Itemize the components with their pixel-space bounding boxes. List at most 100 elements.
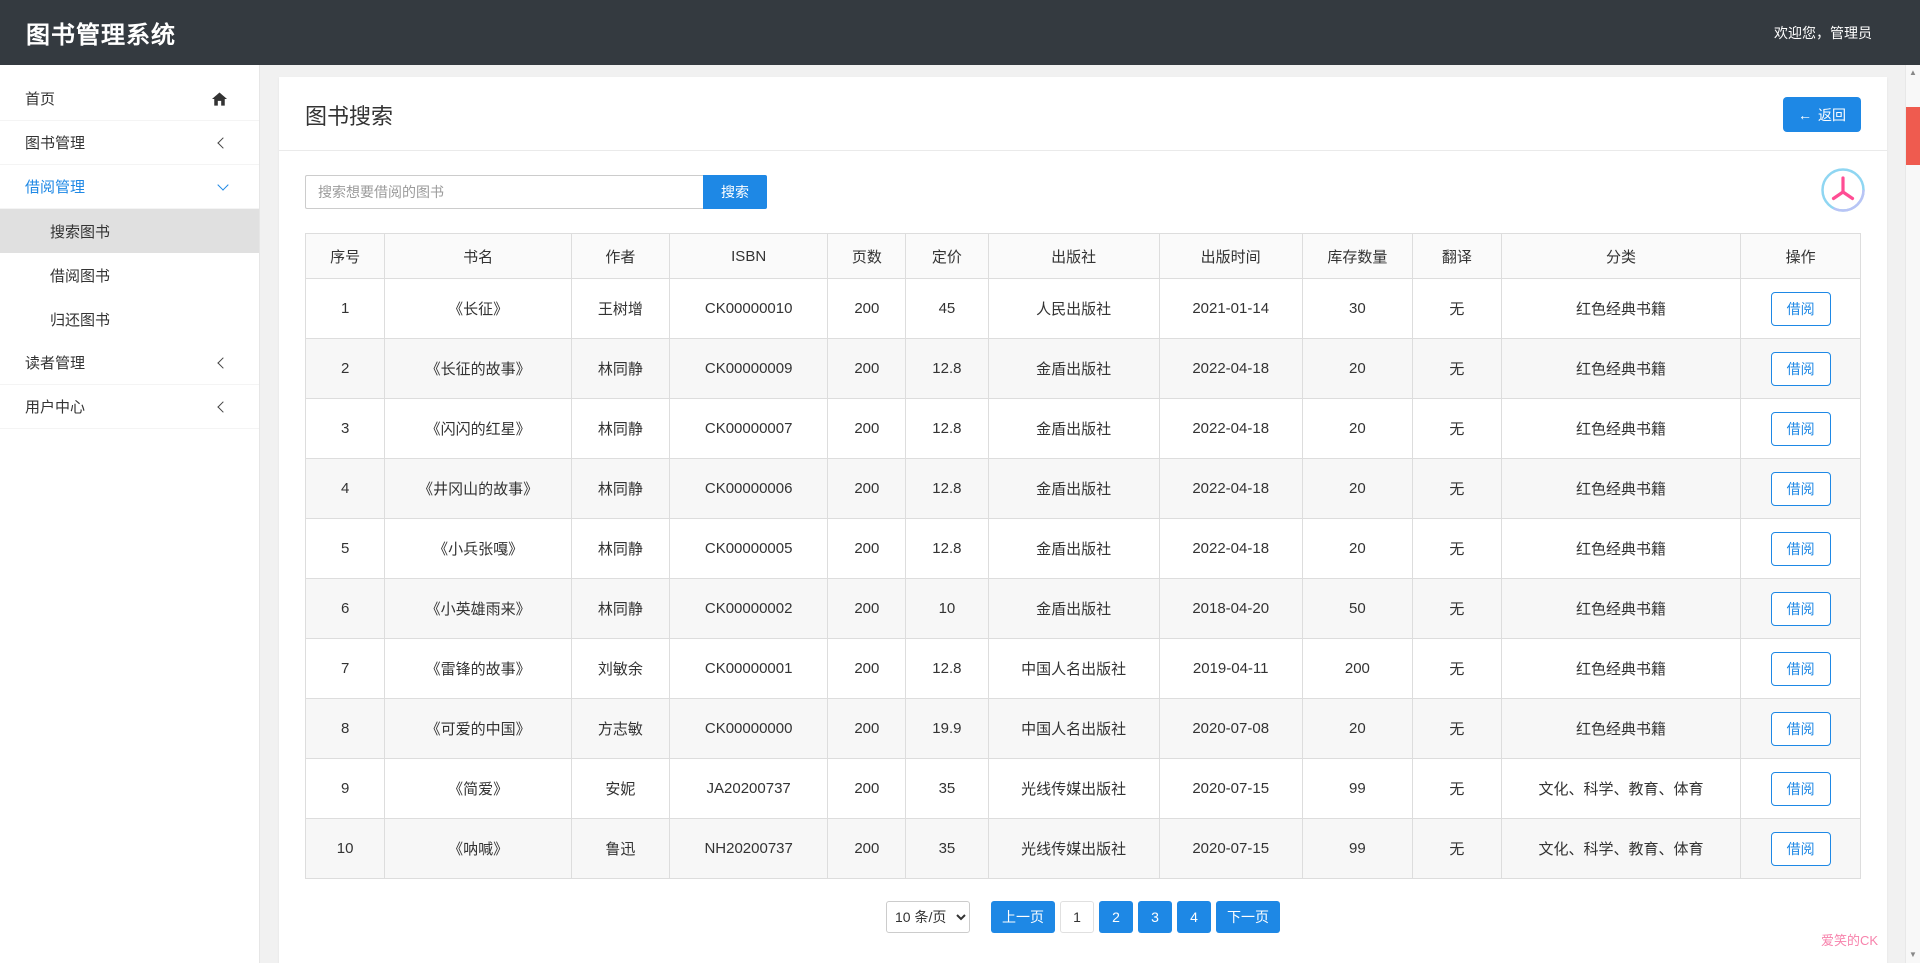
table-row: 8 《可爱的中国》 方志敏 CK00000000 200 19.9 中国人名出版社 2020-… (304, 698, 1861, 759)
action-cell: 借阅 (1740, 518, 1861, 579)
page-button[interactable]: 4 (1177, 901, 1211, 933)
floating-widget-icon[interactable] (1820, 167, 1866, 213)
table-cell: 200 (827, 398, 907, 459)
table-cell: 无 (1412, 638, 1502, 699)
table-cell: 《呐喊》 (384, 818, 572, 879)
table-cell: 无 (1412, 758, 1502, 819)
sidebar-item-label: 借阅图书 (50, 267, 111, 285)
table-cell: CK00000000 (668, 698, 829, 759)
borrow-button[interactable]: 借阅 (1770, 531, 1831, 566)
table-cell: 12.8 (905, 338, 989, 399)
table-row: 4 《井冈山的故事》 林同静 CK00000006 200 12.8 金盾出版社 2022-0… (304, 458, 1861, 519)
table-cell: 1 (304, 278, 386, 339)
table-row: 1 《长征》 王树增 CK00000010 200 45 人民出版社 2021-01-14 30… (304, 278, 1861, 339)
home-icon (212, 91, 227, 106)
table-cell: 35 (905, 818, 989, 879)
sidebar-item-label: 首页 (25, 91, 56, 108)
back-button[interactable]: ← 返回 (1783, 97, 1861, 132)
sidebar-item[interactable]: 首页 (0, 77, 259, 121)
sidebar-item-label: 图书管理 (25, 135, 86, 152)
sidebar-item[interactable]: 搜索图书 (0, 209, 259, 253)
table-cell: 99 (1301, 818, 1414, 879)
table-cell: 鲁迅 (570, 818, 670, 879)
table-cell: 金盾出版社 (987, 398, 1160, 459)
table-cell: 200 (827, 578, 907, 639)
prev-page-button[interactable]: 上一页 (991, 901, 1055, 933)
top-navbar: 图书管理系统 欢迎您，管理员 (0, 0, 1920, 65)
scroll-down-icon[interactable]: ▼ (1909, 947, 1917, 963)
table-cell: 《小英雄雨来》 (384, 578, 572, 639)
table-cell: 无 (1412, 698, 1502, 759)
scrollbar[interactable]: ▲ ▼ (1905, 65, 1920, 963)
table-cell: 12.8 (905, 458, 989, 519)
table-cell: 无 (1412, 818, 1502, 879)
table-cell: 红色经典书籍 (1500, 578, 1742, 639)
table-cell: 2021-01-14 (1158, 278, 1303, 339)
table-cell: 200 (827, 518, 907, 579)
sidebar-item[interactable]: 图书管理 (0, 121, 259, 165)
page-button[interactable]: 1 (1060, 901, 1094, 933)
books-table: 序号 书名 作者 ISBN 页数 定价 出版社 出版时间 库存数量 翻译 分类 操作 1 《长征》 王树增… (304, 233, 1861, 879)
back-arrow-icon: ← (1798, 106, 1812, 123)
sidebar-item[interactable]: 借阅图书 (0, 253, 259, 297)
table-cell: 林同静 (570, 518, 670, 579)
borrow-button[interactable]: 借阅 (1770, 771, 1831, 806)
borrow-button[interactable]: 借阅 (1770, 831, 1831, 866)
action-cell: 借阅 (1740, 398, 1861, 459)
borrow-button[interactable]: 借阅 (1770, 591, 1831, 626)
table-cell: 200 (827, 638, 907, 699)
search-input[interactable] (305, 175, 703, 209)
table-row: 9 《简爱》 安妮 JA20200737 200 35 光线传媒出版社 2020-07-15 9… (304, 758, 1861, 819)
table-cell: 林同静 (570, 458, 670, 519)
table-cell: 45 (905, 278, 989, 339)
table-cell: 2020-07-15 (1158, 758, 1303, 819)
table-cell: 200 (827, 458, 907, 519)
welcome-text: 欢迎您，管理员 (1774, 24, 1872, 41)
table-cell: 7 (304, 638, 386, 699)
sidebar-item[interactable]: 用户中心 (0, 385, 259, 429)
table-cell: 6 (304, 578, 386, 639)
table-cell: CK00000002 (668, 578, 829, 639)
table-cell: 200 (1301, 638, 1414, 699)
table-cell: NH20200737 (668, 818, 829, 879)
table-row: 2 《长征的故事》 林同静 CK00000009 200 12.8 金盾出版社 2022-04… (304, 338, 1861, 399)
action-cell: 借阅 (1740, 578, 1861, 639)
table-cell: 200 (827, 818, 907, 879)
sidebar-item[interactable]: 读者管理 (0, 341, 259, 385)
action-cell: 借阅 (1740, 638, 1861, 699)
action-cell: 借阅 (1740, 818, 1861, 879)
borrow-button[interactable]: 借阅 (1770, 411, 1831, 446)
table-cell: 中国人名出版社 (987, 638, 1160, 699)
column-header: 页数 (827, 233, 907, 279)
table-cell: 方志敏 (570, 698, 670, 759)
sidebar-item-label: 用户中心 (25, 399, 86, 416)
search-button[interactable]: 搜索 (703, 175, 767, 209)
table-cell: 红色经典书籍 (1500, 458, 1742, 519)
table-cell: 金盾出版社 (987, 458, 1160, 519)
borrow-button[interactable]: 借阅 (1770, 471, 1831, 506)
borrow-button[interactable]: 借阅 (1770, 711, 1831, 746)
page-button[interactable]: 3 (1138, 901, 1172, 933)
sidebar-item[interactable]: 归还图书 (0, 297, 259, 341)
sidebar-item-label: 搜索图书 (50, 223, 111, 241)
borrow-button[interactable]: 借阅 (1770, 351, 1831, 386)
table-cell: 安妮 (570, 758, 670, 819)
scroll-up-icon[interactable]: ▲ (1909, 65, 1917, 81)
sidebar-item[interactable]: 借阅管理 (0, 165, 259, 209)
borrow-button[interactable]: 借阅 (1770, 291, 1831, 326)
page-size-select[interactable]: 10 条/页 (886, 901, 970, 933)
borrow-button[interactable]: 借阅 (1770, 651, 1831, 686)
page-button[interactable]: 2 (1099, 901, 1133, 933)
table-row: 10 《呐喊》 鲁迅 NH20200737 200 35 光线传媒出版社 2020-07-15… (304, 818, 1861, 879)
table-cell: 光线传媒出版社 (987, 818, 1160, 879)
table-cell: 2018-04-20 (1158, 578, 1303, 639)
table-cell: 20 (1301, 458, 1414, 519)
table-cell: 2022-04-18 (1158, 518, 1303, 579)
table-row: 6 《小英雄雨来》 林同静 CK00000002 200 10 金盾出版社 2018-04-2… (304, 578, 1861, 639)
next-page-button[interactable]: 下一页 (1216, 901, 1280, 933)
scrollbar-thumb[interactable] (1906, 107, 1920, 165)
table-cell: 人民出版社 (987, 278, 1160, 339)
column-header: 作者 (570, 233, 670, 279)
table-cell: 金盾出版社 (987, 338, 1160, 399)
table-cell: 4 (304, 458, 386, 519)
